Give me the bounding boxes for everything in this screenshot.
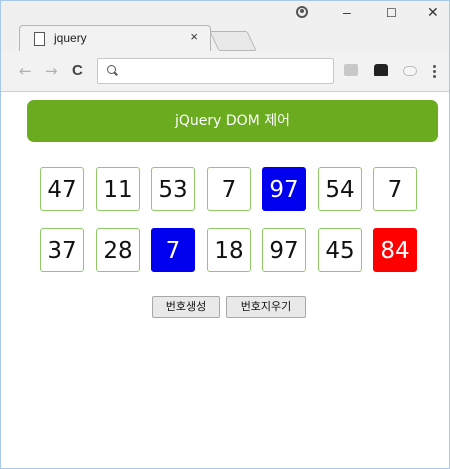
address-bar[interactable] [97, 58, 334, 84]
search-icon [107, 65, 116, 74]
back-button[interactable]: ← [19, 62, 32, 80]
page-banner: jQuery DOM 제어 [27, 100, 438, 142]
number-box: 18 [207, 228, 251, 272]
number-box: 97 [262, 167, 306, 211]
new-tab-button[interactable] [209, 31, 257, 51]
number-box: 54 [318, 167, 362, 211]
number-box: 28 [96, 228, 140, 272]
menu-icon[interactable] [433, 65, 436, 78]
title-bar: jquery × – ☐ ✕ [1, 1, 449, 52]
document-icon [34, 32, 45, 46]
clear-numbers-button[interactable]: 번호지우기 [226, 296, 306, 318]
broadcast-icon[interactable] [403, 66, 417, 76]
tab-title: jquery [54, 31, 87, 45]
number-box: 7 [373, 167, 417, 211]
extension-icon[interactable] [374, 64, 388, 76]
minimize-button[interactable]: – [343, 4, 351, 20]
maximize-button[interactable]: ☐ [386, 6, 397, 20]
close-window-button[interactable]: ✕ [427, 4, 439, 21]
cast-icon[interactable] [344, 64, 358, 76]
generate-numbers-button[interactable]: 번호생성 [152, 296, 220, 318]
close-tab-icon[interactable]: × [190, 29, 198, 44]
browser-tab[interactable]: jquery × [19, 25, 211, 52]
forward-button[interactable]: → [45, 62, 58, 80]
number-box: 47 [40, 167, 84, 211]
browser-window: jquery × – ☐ ✕ ← → C jQuery DOM 제어 47 11 5… [0, 0, 450, 469]
page-content: jQuery DOM 제어 47 11 53 7 97 54 7 37 28 7 18 97 45 84 … [1, 92, 449, 468]
account-icon[interactable] [296, 6, 308, 18]
number-box: 84 [373, 228, 417, 272]
number-box: 11 [96, 167, 140, 211]
number-box: 53 [151, 167, 195, 211]
number-box: 45 [318, 228, 362, 272]
number-box: 37 [40, 228, 84, 272]
number-box: 97 [262, 228, 306, 272]
browser-toolbar: ← → C [1, 51, 449, 92]
reload-button[interactable]: C [72, 62, 83, 79]
number-box: 7 [207, 167, 251, 211]
number-box: 7 [151, 228, 195, 272]
